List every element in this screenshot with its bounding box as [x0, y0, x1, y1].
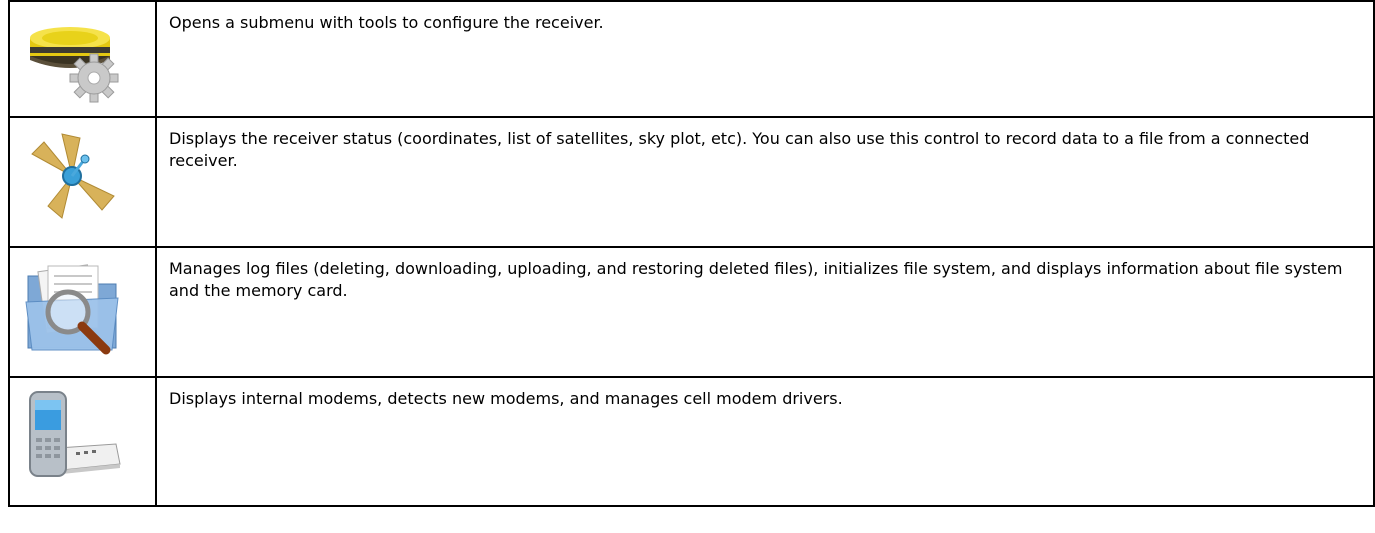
description-cell: Manages log files (deleting, downloading… [155, 246, 1375, 378]
icon-cell [8, 376, 157, 507]
modem-icon[interactable] [22, 386, 122, 486]
icon-cell [8, 116, 157, 248]
description-cell: Displays internal modems, detects new mo… [155, 376, 1375, 507]
file-manager-icon[interactable] [22, 256, 122, 356]
icon-cell [8, 0, 157, 118]
description-cell: Displays the receiver status (coordinate… [155, 116, 1375, 248]
table-row-file-manager: Manages log files (deleting, downloading… [8, 246, 1375, 378]
receiver-config-icon[interactable] [22, 10, 122, 110]
description-cell: Opens a submenu with tools to configure … [155, 0, 1375, 118]
feature-table: Opens a submenu with tools to configure … [8, 0, 1375, 507]
satellite-status-icon[interactable] [22, 126, 122, 226]
table-row-modem: Displays internal modems, detects new mo… [8, 376, 1375, 507]
icon-cell [8, 246, 157, 378]
table-row-receiver-config: Opens a submenu with tools to configure … [8, 0, 1375, 118]
table-row-satellite-status: Displays the receiver status (coordinate… [8, 116, 1375, 248]
